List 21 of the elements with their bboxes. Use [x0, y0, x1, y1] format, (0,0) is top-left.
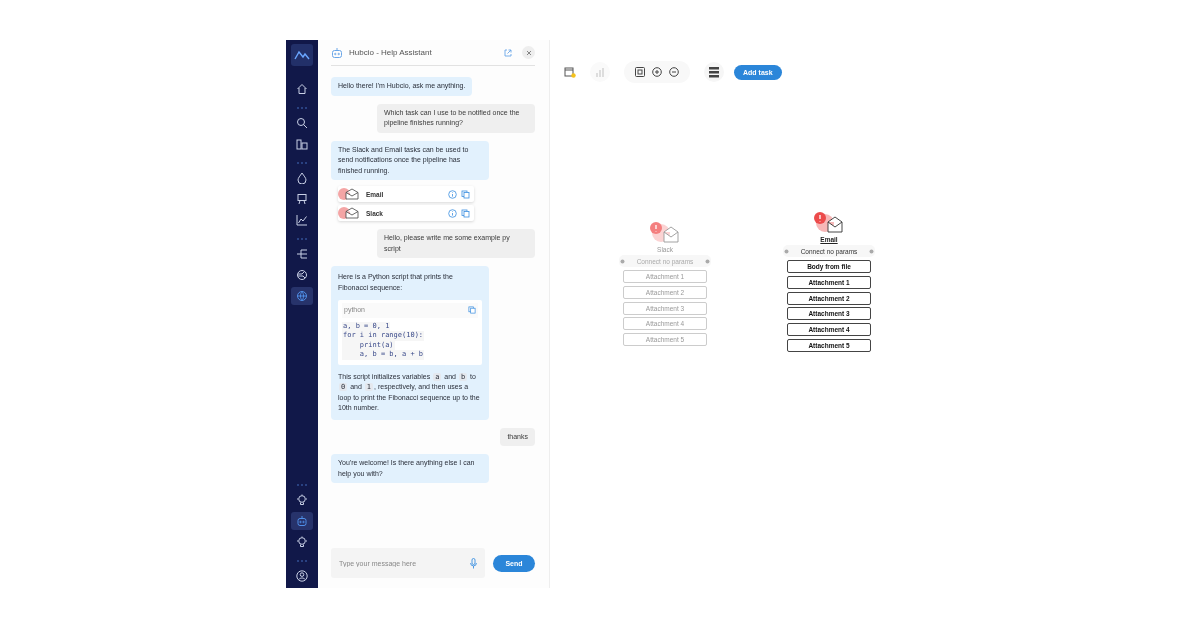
zoom-in-icon[interactable]: [652, 67, 662, 77]
fit-screen-icon[interactable]: [635, 67, 645, 77]
panel-title: Hubcio - Help Assistant: [349, 48, 433, 57]
copy-icon[interactable]: [461, 208, 470, 218]
port-icon[interactable]: [869, 248, 874, 254]
envelope-icon: [338, 188, 362, 200]
logo-icon[interactable]: [291, 44, 313, 66]
robot-icon[interactable]: [291, 512, 313, 530]
port-icon[interactable]: [784, 248, 789, 254]
envelope-alert-icon[interactable]: [812, 211, 846, 235]
globe-icon[interactable]: [291, 287, 313, 305]
copy-icon[interactable]: [468, 306, 476, 315]
info-icon[interactable]: [448, 208, 457, 218]
list-icon[interactable]: [704, 62, 724, 82]
external-link-icon[interactable]: [504, 48, 512, 57]
copy-icon[interactable]: [461, 189, 470, 199]
info-icon[interactable]: [448, 189, 457, 199]
zoom-out-icon[interactable]: [669, 67, 679, 77]
robot-icon: [331, 46, 343, 59]
microphone-icon[interactable]: [470, 558, 477, 569]
envelope-icon: [338, 207, 362, 219]
